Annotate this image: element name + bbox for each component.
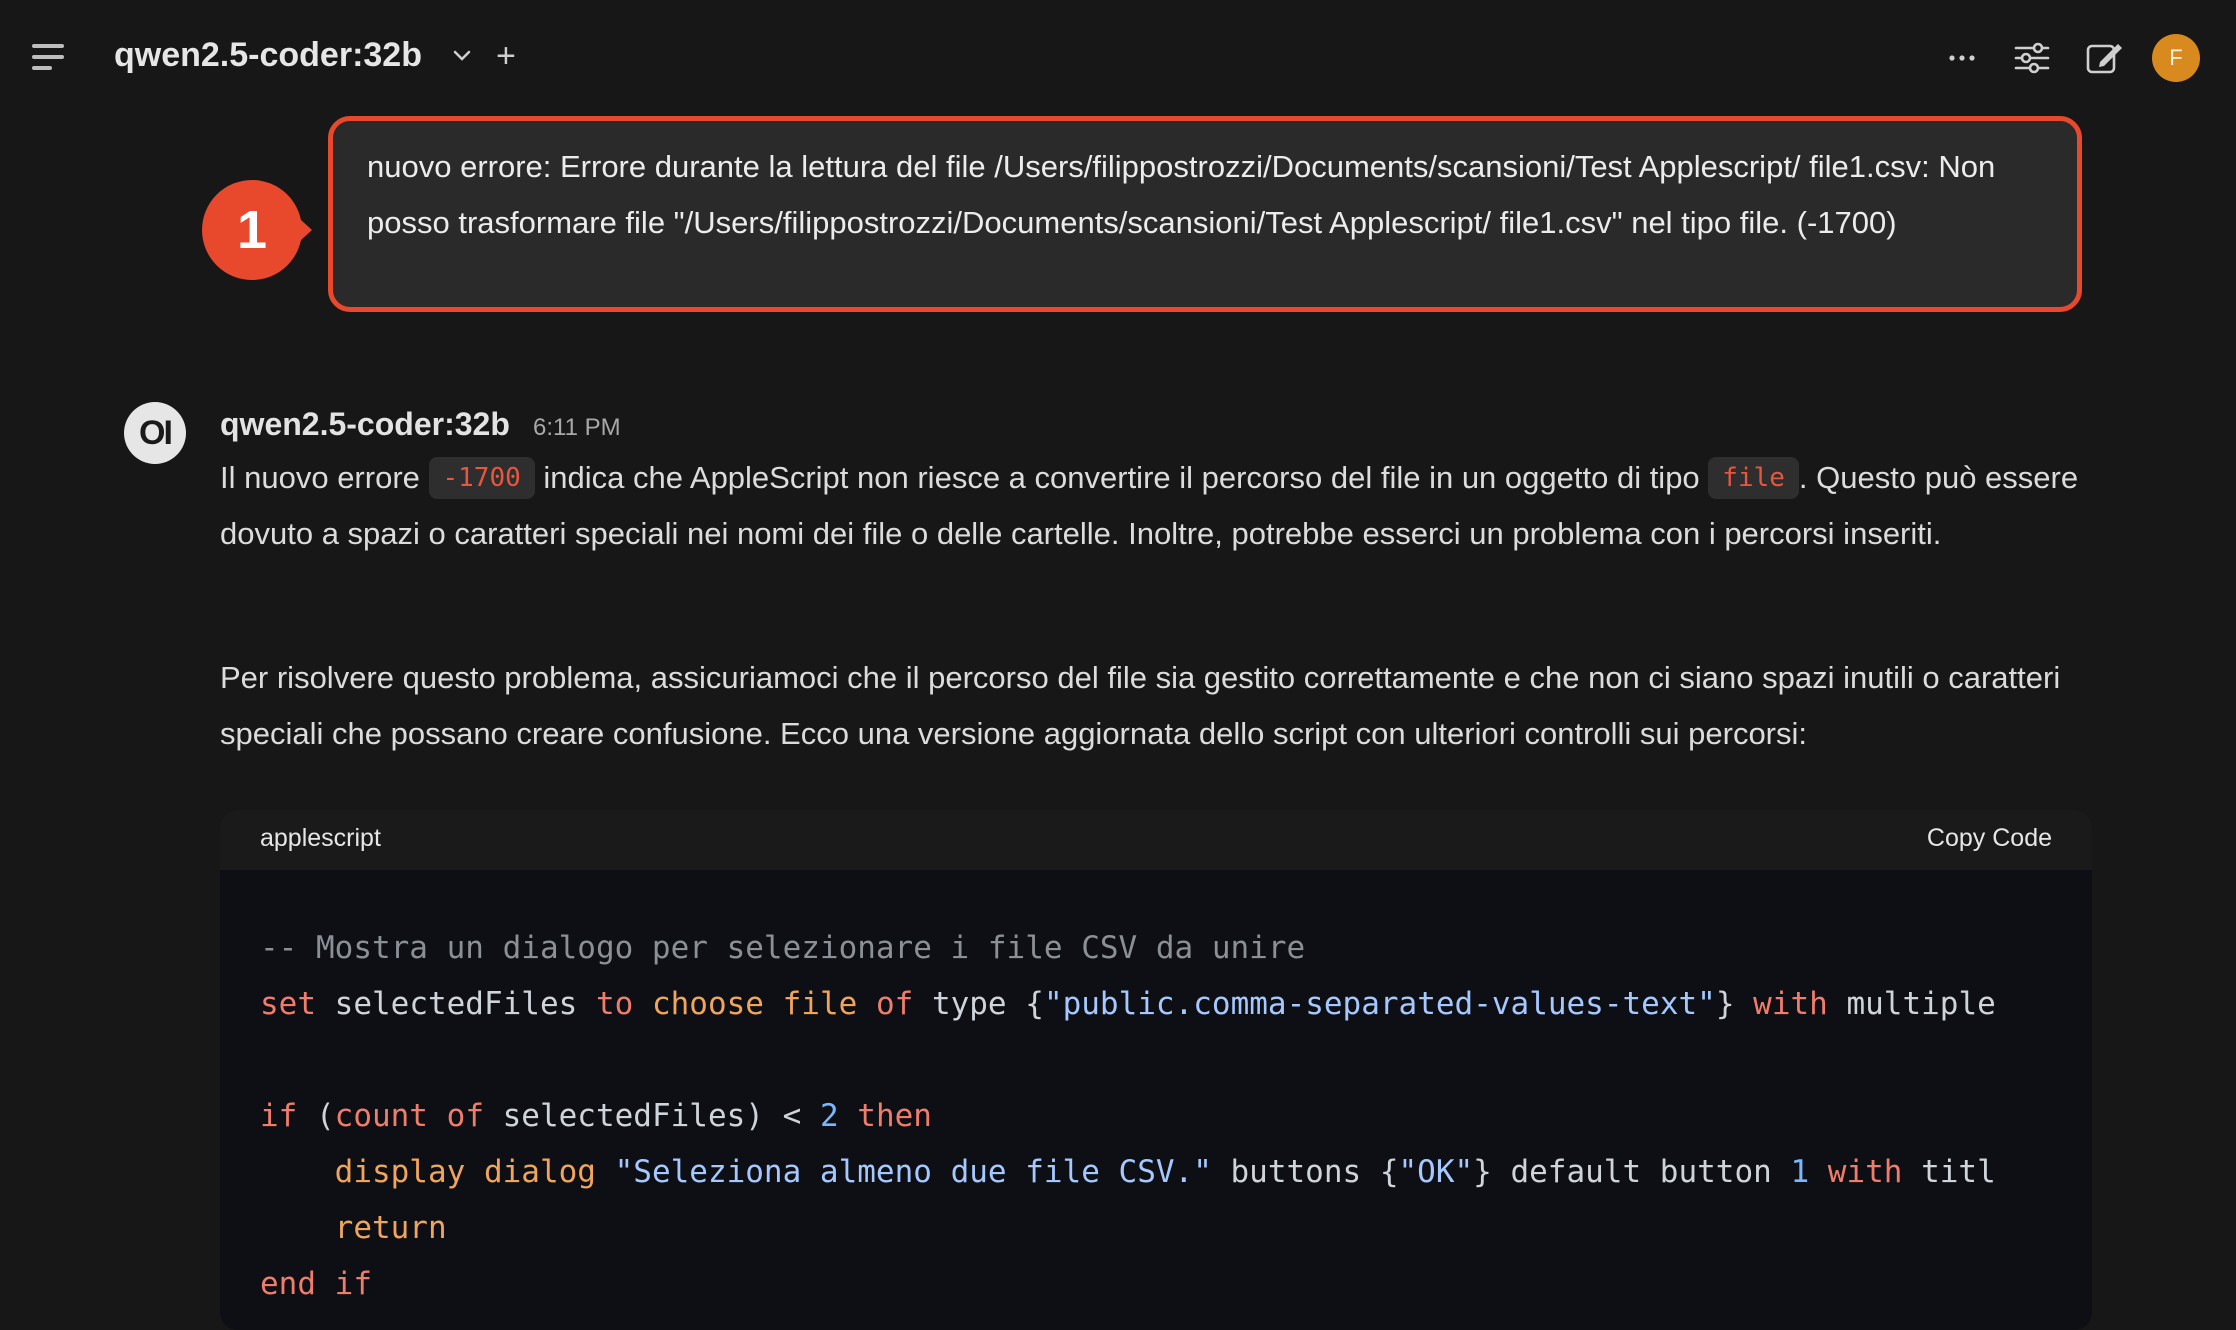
code-token: buttons { [1211,1154,1399,1190]
code-line: set selectedFiles to choose file of type… [260,976,2052,1032]
code-comment: -- Mostra un dialogo per selezionare i f… [260,930,1306,966]
chevron-down-icon[interactable] [450,44,474,68]
assistant-paragraph-2: Per risolvere questo problema, assicuria… [220,660,2061,751]
code-string: "OK" [1398,1154,1474,1190]
code-token: of [875,986,914,1022]
code-token: of [446,1098,484,1134]
code-line: end if [260,1256,2052,1312]
assistant-paragraph-1: Il nuovo errore -1700 indica che AppleSc… [220,450,2090,562]
code-token: set [260,986,316,1022]
code-line: return [260,1200,2052,1256]
code-token: ( [297,1098,335,1134]
copy-code-button[interactable]: Copy Code [1927,824,2052,853]
text-segment: Il nuovo errore [220,460,429,495]
code-string: "public.comma-separated-values-text" [1043,986,1716,1022]
code-number: 1 [1790,1154,1810,1190]
code-block: applescript Copy Code -- Mostra un dialo… [220,810,2092,1330]
assistant-name: qwen2.5-coder:32b [220,406,510,442]
user-avatar[interactable]: F [2152,34,2200,82]
code-token: display dialog [334,1154,596,1190]
code-block-header: applescript Copy Code [220,810,2092,870]
code-token: type { [913,986,1044,1022]
code-token: titl [1902,1154,1996,1190]
code-language-label: applescript [260,824,381,852]
code-number: 2 [819,1098,839,1134]
code-token: if [260,1098,298,1134]
annotation-badge-number: 1 [236,200,268,260]
code-token: with [1827,1154,1903,1190]
text-segment: indica che AppleScript non riesce a conv… [534,460,1709,495]
more-options-icon[interactable] [1940,36,1984,80]
assistant-avatar: OI [124,402,186,464]
code-token: selectedFiles [316,986,596,1022]
code-token: count [334,1098,428,1134]
code-token: end if [260,1266,372,1302]
user-message-bubble: nuovo errore: Errore durante la lettura … [328,116,2082,312]
model-selector[interactable]: qwen2.5-coder:32b [114,36,422,75]
inline-code: -1700 [428,457,535,499]
message-timestamp: 6:11 PM [533,414,621,441]
inline-code: file [1708,457,1799,499]
code-line: display dialog "Seleziona almeno due fil… [260,1144,2052,1200]
code-token: } [1715,986,1754,1022]
code-token: with [1753,986,1828,1022]
code-string: "Seleziona almeno due file CSV." [614,1154,1212,1190]
code-token: multiple [1827,986,1996,1022]
add-model-button[interactable]: + [496,36,516,76]
code-line: if (count of selectedFiles) < 2 then [260,1088,2052,1144]
code-token: return [334,1210,447,1246]
code-token: to [595,986,634,1022]
code-token: then [857,1098,932,1134]
new-chat-edit-icon[interactable] [2082,36,2126,80]
controls-sliders-icon[interactable] [2010,36,2054,80]
code-token: choose file [651,986,858,1022]
code-token: selectedFiles) < [483,1098,820,1134]
code-line: -- Mostra un dialogo per selezionare i f… [260,920,2052,976]
sidebar-toggle-icon[interactable] [32,44,68,72]
top-bar: qwen2.5-coder:32b + F [0,0,2236,116]
code-token: } default button [1473,1154,1791,1190]
code-body: -- Mostra un dialogo per selezionare i f… [220,870,2092,1312]
